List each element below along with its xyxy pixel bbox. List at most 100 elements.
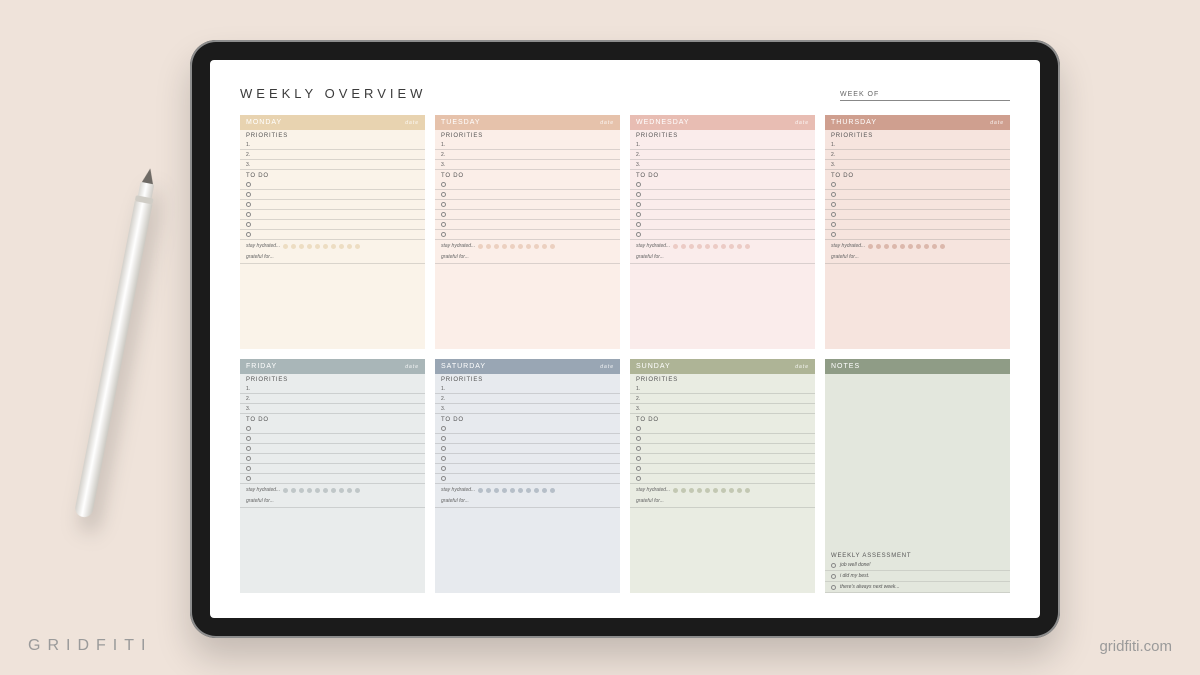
hydration-dot-icon[interactable] <box>908 244 913 249</box>
checkbox-icon[interactable] <box>246 466 251 471</box>
hydration-tracker[interactable]: stay hydrated... <box>240 240 425 251</box>
priority-line[interactable]: 3. <box>435 160 620 170</box>
todo-line[interactable] <box>240 180 425 190</box>
hydration-tracker[interactable]: stay hydrated... <box>240 484 425 495</box>
priority-line[interactable]: 1. <box>630 384 815 394</box>
hydration-dot-icon[interactable] <box>331 244 336 249</box>
todo-line[interactable] <box>435 454 620 464</box>
checkbox-icon[interactable] <box>636 182 641 187</box>
todo-line[interactable] <box>435 230 620 240</box>
checkbox-icon[interactable] <box>441 456 446 461</box>
checkbox-icon[interactable] <box>636 466 641 471</box>
priority-line[interactable]: 3. <box>825 160 1010 170</box>
hydration-dot-icon[interactable] <box>721 244 726 249</box>
hydration-dot-icon[interactable] <box>745 488 750 493</box>
todo-line[interactable] <box>240 190 425 200</box>
checkbox-icon[interactable] <box>636 192 641 197</box>
hydration-dot-icon[interactable] <box>355 244 360 249</box>
hydration-dot-icon[interactable] <box>673 244 678 249</box>
hydration-dot-icon[interactable] <box>721 488 726 493</box>
hydration-dot-icon[interactable] <box>331 488 336 493</box>
hydration-dot-icon[interactable] <box>510 488 515 493</box>
todo-line[interactable] <box>240 454 425 464</box>
checkbox-icon[interactable] <box>246 182 251 187</box>
todo-line[interactable] <box>240 464 425 474</box>
hydration-dot-icon[interactable] <box>713 488 718 493</box>
checkbox-icon[interactable] <box>441 436 446 441</box>
hydration-dot-icon[interactable] <box>729 244 734 249</box>
checkbox-icon[interactable] <box>831 202 836 207</box>
todo-line[interactable] <box>240 474 425 484</box>
hydration-dot-icon[interactable] <box>940 244 945 249</box>
hydration-dot-icon[interactable] <box>737 488 742 493</box>
priority-line[interactable]: 3. <box>630 160 815 170</box>
grateful-line[interactable]: grateful for... <box>240 251 425 264</box>
todo-line[interactable] <box>825 220 1010 230</box>
checkbox-icon[interactable] <box>636 212 641 217</box>
priority-line[interactable]: 1. <box>240 140 425 150</box>
hydration-dot-icon[interactable] <box>932 244 937 249</box>
hydration-dot-icon[interactable] <box>697 244 702 249</box>
checkbox-icon[interactable] <box>441 426 446 431</box>
checkbox-icon[interactable] <box>246 232 251 237</box>
checkbox-icon[interactable] <box>441 446 446 451</box>
checkbox-icon[interactable] <box>441 202 446 207</box>
hydration-dot-icon[interactable] <box>689 488 694 493</box>
priority-line[interactable]: 3. <box>435 404 620 414</box>
checkbox-icon[interactable] <box>441 466 446 471</box>
checkbox-icon[interactable] <box>441 476 446 481</box>
hydration-dot-icon[interactable] <box>534 244 539 249</box>
todo-line[interactable] <box>435 424 620 434</box>
date-label[interactable]: date <box>405 120 419 126</box>
priority-line[interactable]: 2. <box>435 150 620 160</box>
checkbox-icon[interactable] <box>831 222 836 227</box>
checkbox-icon[interactable] <box>636 222 641 227</box>
checkbox-icon[interactable] <box>246 222 251 227</box>
hydration-dot-icon[interactable] <box>323 244 328 249</box>
hydration-dot-icon[interactable] <box>291 244 296 249</box>
todo-line[interactable] <box>630 180 815 190</box>
hydration-dot-icon[interactable] <box>542 488 547 493</box>
todo-line[interactable] <box>825 210 1010 220</box>
priority-line[interactable]: 1. <box>435 140 620 150</box>
assessment-option[interactable]: job well done! <box>825 560 1010 571</box>
hydration-dot-icon[interactable] <box>510 244 515 249</box>
checkbox-icon[interactable] <box>441 192 446 197</box>
hydration-dot-icon[interactable] <box>347 488 352 493</box>
checkbox-icon[interactable] <box>441 232 446 237</box>
hydration-dot-icon[interactable] <box>502 244 507 249</box>
hydration-dot-icon[interactable] <box>550 488 555 493</box>
todo-line[interactable] <box>630 424 815 434</box>
todo-line[interactable] <box>630 434 815 444</box>
todo-line[interactable] <box>630 190 815 200</box>
date-label[interactable]: date <box>600 120 614 126</box>
hydration-dot-icon[interactable] <box>518 488 523 493</box>
hydration-dot-icon[interactable] <box>347 244 352 249</box>
todo-line[interactable] <box>435 220 620 230</box>
priority-line[interactable]: 2. <box>435 394 620 404</box>
checkbox-icon[interactable] <box>636 446 641 451</box>
hydration-tracker[interactable]: stay hydrated... <box>630 484 815 495</box>
week-of-field[interactable]: WEEK OF <box>840 91 1010 101</box>
hydration-dot-icon[interactable] <box>478 244 483 249</box>
todo-line[interactable] <box>825 230 1010 240</box>
hydration-dot-icon[interactable] <box>681 244 686 249</box>
todo-line[interactable] <box>630 474 815 484</box>
todo-line[interactable] <box>630 464 815 474</box>
todo-line[interactable] <box>435 180 620 190</box>
priority-line[interactable]: 2. <box>825 150 1010 160</box>
date-label[interactable]: date <box>405 364 419 370</box>
grateful-line[interactable]: grateful for... <box>435 495 620 508</box>
todo-line[interactable] <box>630 454 815 464</box>
hydration-dot-icon[interactable] <box>518 244 523 249</box>
date-label[interactable]: date <box>600 364 614 370</box>
hydration-dot-icon[interactable] <box>542 244 547 249</box>
checkbox-icon[interactable] <box>246 426 251 431</box>
todo-line[interactable] <box>630 210 815 220</box>
hydration-dot-icon[interactable] <box>697 488 702 493</box>
grateful-line[interactable]: grateful for... <box>630 495 815 508</box>
radio-icon[interactable] <box>831 563 836 568</box>
priority-line[interactable]: 1. <box>435 384 620 394</box>
priority-line[interactable]: 1. <box>240 384 425 394</box>
todo-line[interactable] <box>240 424 425 434</box>
